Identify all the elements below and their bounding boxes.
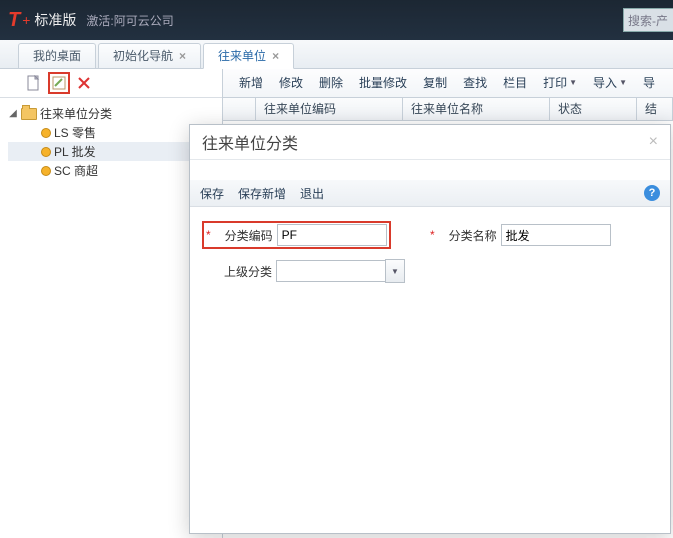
btn-exit[interactable]: 退出 — [300, 185, 324, 202]
bullet-icon — [41, 128, 51, 138]
logo-plus: + — [22, 12, 30, 28]
search-placeholder: 搜索-产 — [628, 12, 668, 29]
tab-desktop[interactable]: 我的桌面 — [18, 43, 96, 68]
close-icon[interactable]: × — [179, 44, 186, 68]
tree-item-pl[interactable]: PL 批发 — [8, 142, 218, 161]
app-banner: T + 标准版 激活:阿可云公司 搜索-产 — [0, 0, 673, 40]
main-toolbar: 新增 修改 删除 批量修改 复制 查找 栏目 打印▼ 导入▼ 导 — [223, 69, 673, 98]
sidebar-toolbar — [0, 69, 222, 98]
parent-combo[interactable]: ▼ — [276, 259, 405, 283]
code-label: 分类编码 — [213, 227, 273, 244]
name-input[interactable] — [501, 224, 611, 246]
tree-item-label: PL 批发 — [54, 143, 96, 160]
tab-label: 往来单位 — [218, 44, 266, 68]
name-label: 分类名称 — [437, 227, 497, 244]
tree-item-label: LS 零售 — [54, 124, 96, 141]
dialog-title: 往来单位分类 — [202, 130, 298, 154]
tree-root-label: 往来单位分类 — [40, 105, 112, 122]
grid-col-name[interactable]: 往来单位名称 — [403, 98, 550, 120]
required-mark: * — [206, 228, 211, 242]
tree-item-label: SC 商超 — [54, 162, 98, 179]
grid-col-code[interactable]: 往来单位编码 — [256, 98, 403, 120]
collapse-icon[interactable]: ◢ — [8, 108, 18, 119]
top-tabs: 我的桌面 初始化导航 × 往来单位 × — [0, 40, 673, 69]
tree-item-sc[interactable]: SC 商超 — [8, 161, 218, 180]
tab-label: 初始化导航 — [113, 44, 173, 68]
tab-init-nav[interactable]: 初始化导航 × — [98, 43, 201, 68]
dialog-body: * 分类编码 * 分类名称 上级分类 ▼ — [190, 207, 670, 307]
required-mark: * — [430, 228, 435, 242]
code-input[interactable] — [277, 224, 387, 246]
close-icon[interactable]: × — [272, 44, 279, 68]
company-label: 激活:阿可云公司 — [86, 12, 173, 29]
dialog-toolbar: 保存 保存新增 退出 ? — [190, 180, 670, 207]
grid-header: 往来单位编码 往来单位名称 状态 结算客户 — [223, 98, 673, 121]
btn-batch[interactable]: 批量修改 — [351, 69, 415, 97]
delete-icon[interactable] — [74, 73, 94, 93]
bullet-icon — [41, 147, 51, 157]
help-icon[interactable]: ? — [644, 185, 660, 201]
new-file-icon[interactable] — [24, 73, 44, 93]
bullet-icon — [41, 166, 51, 176]
btn-new[interactable]: 新增 — [231, 69, 271, 97]
grid-col-status[interactable]: 状态 — [550, 98, 637, 120]
btn-columns[interactable]: 栏目 — [495, 69, 535, 97]
btn-edit[interactable]: 修改 — [271, 69, 311, 97]
btn-copy[interactable]: 复制 — [415, 69, 455, 97]
grid-col-blank — [223, 98, 256, 120]
tree-root[interactable]: ◢ 往来单位分类 — [8, 104, 218, 123]
btn-delete[interactable]: 删除 — [311, 69, 351, 97]
chevron-down-icon: ▼ — [569, 69, 577, 97]
global-search-input[interactable]: 搜索-产 — [623, 8, 673, 32]
tab-partners[interactable]: 往来单位 × — [203, 43, 294, 69]
btn-save[interactable]: 保存 — [200, 185, 224, 202]
chevron-down-icon: ▼ — [619, 69, 627, 97]
folder-icon — [21, 108, 37, 120]
btn-search[interactable]: 查找 — [455, 69, 495, 97]
dialog-header: 往来单位分类 × — [190, 125, 670, 160]
btn-save-new[interactable]: 保存新增 — [238, 185, 286, 202]
code-field-highlight: * 分类编码 — [202, 221, 391, 249]
chevron-down-icon[interactable]: ▼ — [385, 259, 405, 283]
dialog-close-icon[interactable]: × — [649, 133, 658, 151]
logo-text: T — [8, 9, 20, 32]
category-dialog: 往来单位分类 × 保存 保存新增 退出 ? * 分类编码 * — [189, 124, 671, 534]
btn-export[interactable]: 导 — [635, 69, 663, 97]
btn-print[interactable]: 打印▼ — [535, 69, 585, 97]
edit-icon[interactable] — [48, 72, 70, 94]
tab-label: 我的桌面 — [33, 44, 81, 68]
tree-item-ls[interactable]: LS 零售 — [8, 123, 218, 142]
grid-col-settle[interactable]: 结算客户 — [637, 98, 673, 120]
btn-import[interactable]: 导入▼ — [585, 69, 635, 97]
parent-label: 上级分类 — [212, 263, 272, 280]
parent-input[interactable] — [276, 260, 385, 282]
edition-label: 标准版 — [34, 10, 76, 30]
